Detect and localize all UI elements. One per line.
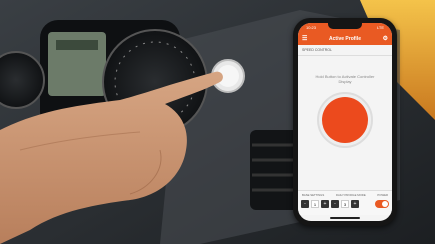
bottom-controls: Base Settings Daily Profile Mode Power -… — [298, 190, 392, 215]
power-label: Power — [377, 193, 388, 197]
base-value: 1 — [311, 200, 319, 208]
activate-button[interactable] — [317, 92, 373, 149]
decrease-button[interactable]: - — [301, 200, 309, 208]
app-title: Active Profile — [329, 35, 361, 42]
power-toggle[interactable] — [375, 200, 389, 208]
profile-mode-label: Daily Profile Mode — [335, 193, 366, 197]
mode-increase-button[interactable]: + — [351, 200, 359, 208]
status-time: 10:23 — [306, 25, 317, 30]
base-settings-label: Base Settings — [302, 193, 325, 197]
activation-hint: Hold Button to Activate Controller Displ… — [315, 74, 375, 85]
status-signal: LTE — [376, 25, 384, 30]
activate-button-core — [322, 97, 368, 144]
smartphone: 10:23 LTE ☰ Active Profile ⚙ Speed Contr… — [293, 18, 397, 226]
phone-screen: 10:23 LTE ☰ Active Profile ⚙ Speed Contr… — [298, 23, 392, 221]
home-indicator — [330, 217, 360, 219]
phone-notch — [328, 23, 362, 29]
section-label: Speed Control — [298, 45, 392, 56]
mode-value: 3 — [341, 200, 349, 208]
mode-decrease-button[interactable]: - — [331, 200, 339, 208]
app-header: ☰ Active Profile ⚙ — [298, 32, 392, 45]
settings-icon[interactable]: ⚙ — [383, 35, 388, 42]
increase-button[interactable]: + — [321, 200, 329, 208]
menu-icon[interactable]: ☰ — [302, 35, 307, 42]
